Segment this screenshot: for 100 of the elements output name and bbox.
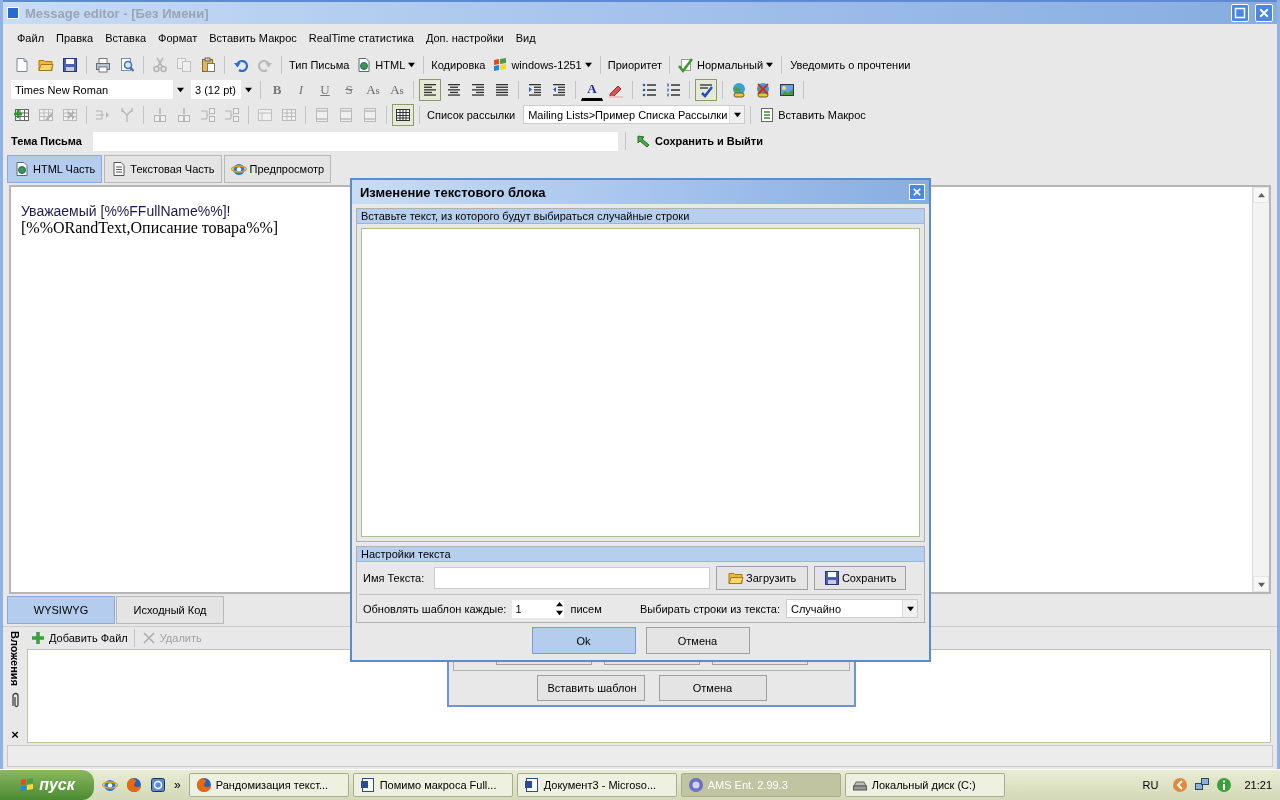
insert-macro-button[interactable]: Вставить Макрос bbox=[756, 103, 869, 126]
view-tab[interactable]: Исходный Код bbox=[116, 596, 224, 624]
close-button[interactable] bbox=[909, 184, 925, 200]
pick-lines-label: Выбирать строки из текста: bbox=[639, 602, 780, 615]
group-caption: Настройки текста bbox=[357, 547, 924, 562]
arrow-icon bbox=[636, 133, 652, 149]
editor-text: [%%ORandText,Описание товара%%] bbox=[21, 219, 279, 237]
menu-item[interactable]: Формат bbox=[158, 31, 198, 45]
close-icon bbox=[1258, 7, 1270, 19]
encoding-label: Кодировка bbox=[430, 58, 487, 71]
read-receipt-button[interactable]: Уведомить о прочтении bbox=[787, 53, 914, 76]
menu-item[interactable]: Доп. настройки bbox=[425, 31, 504, 45]
maximize-button[interactable] bbox=[1231, 4, 1249, 22]
text-name-field[interactable] bbox=[434, 567, 711, 589]
scrollbar[interactable] bbox=[1252, 187, 1269, 592]
taskbar-button[interactable]: Помимо макроса Full... bbox=[352, 773, 513, 797]
taskbar-button[interactable]: Рандомизация текст... bbox=[188, 773, 349, 797]
caret-icon bbox=[1257, 191, 1265, 199]
subject-label: Тема Письма bbox=[11, 135, 83, 147]
tab[interactable]: Предпросмотр bbox=[223, 155, 332, 183]
globe-page-icon bbox=[356, 56, 373, 73]
taskbar-button[interactable]: Документ3 - Microso... bbox=[516, 773, 677, 797]
fox-globe-icon bbox=[195, 777, 212, 793]
align-left-icon[interactable] bbox=[419, 78, 441, 101]
spin-arrows-icon[interactable] bbox=[554, 601, 565, 616]
cancel-button[interactable]: Отмена bbox=[658, 675, 767, 701]
globe-ring-icon bbox=[230, 161, 247, 177]
mailing-list-label: Список рассылки bbox=[426, 108, 517, 121]
globe-ring-icon[interactable] bbox=[102, 777, 118, 793]
caret-icon bbox=[766, 61, 774, 68]
pick-mode-dropdown[interactable]: Случайно bbox=[786, 599, 918, 618]
mail-type-dropdown[interactable]: HTML bbox=[353, 53, 419, 76]
view-tab[interactable]: WYSIWYG bbox=[7, 596, 115, 624]
folder-icon bbox=[728, 570, 745, 586]
scroll-up-button[interactable] bbox=[1253, 187, 1269, 203]
caret-icon bbox=[729, 106, 745, 123]
tab[interactable]: Текстовая Часть bbox=[104, 155, 222, 183]
table-icon[interactable] bbox=[392, 103, 414, 126]
size-dropdown[interactable]: 3 (12 pt) bbox=[191, 80, 255, 99]
mail-type-label: Тип Письма bbox=[288, 58, 351, 71]
text-field[interactable] bbox=[361, 228, 920, 537]
dialog-title: Изменение текстового блока bbox=[360, 184, 546, 200]
browser-icon[interactable] bbox=[150, 777, 166, 793]
flag-icon bbox=[492, 56, 509, 73]
fox-globe-icon[interactable] bbox=[126, 777, 142, 793]
menu-item[interactable]: RealTime статистика bbox=[308, 31, 414, 45]
priority-dropdown[interactable]: Нормальный bbox=[675, 53, 777, 76]
load-button[interactable]: Загрузить bbox=[716, 566, 809, 590]
network-icon[interactable] bbox=[1194, 777, 1211, 793]
document-icon bbox=[111, 161, 128, 177]
globe-page-icon bbox=[14, 161, 30, 177]
caret-icon bbox=[902, 600, 917, 617]
caret-icon bbox=[584, 61, 592, 68]
spellcheck-icon[interactable] bbox=[695, 78, 717, 101]
tab[interactable]: HTML Часть bbox=[7, 155, 103, 183]
menu-item[interactable]: Правка bbox=[56, 31, 94, 45]
cross-icon bbox=[140, 630, 157, 646]
document-icon bbox=[523, 777, 540, 793]
insert-template-button[interactable]: Вставить шаблон bbox=[536, 675, 645, 701]
menu-item[interactable]: Файл bbox=[17, 31, 45, 45]
windows-flag-icon bbox=[19, 777, 36, 793]
encoding-dropdown[interactable]: windows-1251 bbox=[489, 53, 595, 76]
menu-item[interactable]: Вставка bbox=[105, 31, 147, 45]
taskbar-button[interactable]: Локальный диск (C:) bbox=[844, 773, 1005, 797]
bold-button[interactable]: B bbox=[266, 78, 288, 101]
ok-button[interactable]: Ok bbox=[531, 627, 636, 654]
cancel-button[interactable]: Отмена bbox=[645, 627, 750, 654]
priority-label: Приоритет bbox=[606, 58, 663, 71]
add-file-button[interactable]: Добавить Файл bbox=[27, 627, 131, 649]
save-and-exit-button[interactable]: Сохранить и Выйти bbox=[633, 130, 767, 152]
font-dropdown[interactable]: Times New Roman bbox=[11, 80, 187, 99]
close-button[interactable] bbox=[1255, 4, 1273, 22]
language-indicator[interactable]: RU bbox=[1138, 777, 1163, 793]
document-icon bbox=[359, 777, 376, 793]
mailing-list-dropdown[interactable]: Mailing Lists>Пример Списка Рассылки bbox=[523, 105, 746, 124]
close-button[interactable]: × bbox=[11, 728, 19, 741]
menu-item[interactable]: Вид bbox=[515, 31, 536, 45]
close-icon bbox=[912, 187, 922, 197]
save-button[interactable]: Сохранить bbox=[814, 566, 907, 590]
strike-button[interactable]: S bbox=[338, 78, 360, 101]
editor-text: Уважаемый [%%FFullName%%]! bbox=[21, 203, 231, 219]
scroll-down-button[interactable] bbox=[1253, 576, 1269, 592]
caret-icon bbox=[408, 61, 416, 68]
window-title: Message editor - [Без Имени] bbox=[25, 5, 209, 21]
caret-icon bbox=[1257, 580, 1265, 588]
app-icon bbox=[687, 777, 704, 793]
info-icon[interactable] bbox=[1216, 777, 1233, 793]
group-caption: Вставьте текст, из которого будут выбираться случайные строки bbox=[357, 209, 924, 224]
color-button[interactable]: A bbox=[581, 78, 603, 101]
more-chevron[interactable]: » bbox=[170, 778, 185, 792]
menu-item[interactable]: Вставить Макрос bbox=[209, 31, 297, 45]
clock: 21:21 bbox=[1244, 779, 1272, 791]
refresh-label: Обновлять шаблон каждые: bbox=[363, 602, 507, 615]
italic-button[interactable]: I bbox=[290, 78, 312, 101]
checkmark-icon bbox=[678, 56, 694, 73]
underline-button[interactable]: U bbox=[314, 78, 336, 101]
number-spinner[interactable]: 1 bbox=[512, 599, 565, 618]
app-icon bbox=[7, 7, 19, 19]
attachments-label: Вложения bbox=[9, 631, 21, 686]
unit-label: писем bbox=[570, 602, 602, 615]
